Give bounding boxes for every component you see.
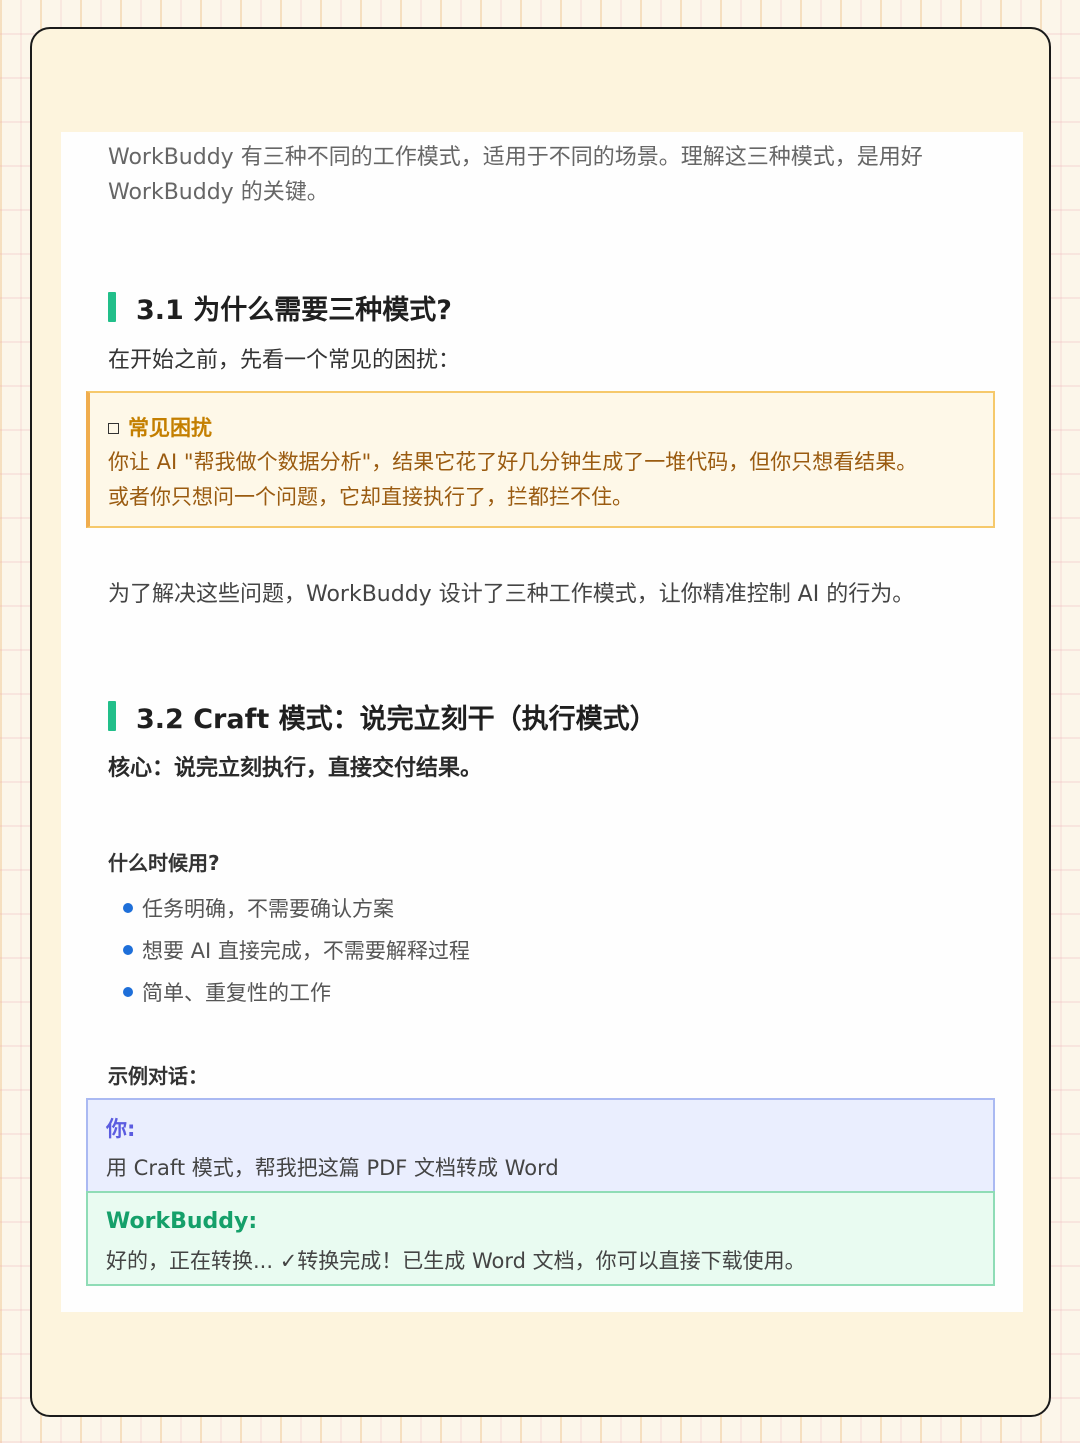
list-item: 任务明确，不需要确认方案 <box>123 887 470 929</box>
bullet-dot-icon <box>123 987 133 997</box>
section-3-2-title: 3.2 Craft 模式：说完立刻干（执行模式） <box>136 703 657 735</box>
chat-user-message: 你: 用 Craft 模式，帮我把这篇 PDF 文档转成 Word <box>86 1098 995 1192</box>
bot-speaker-label: WorkBuddy: <box>106 1209 258 1234</box>
list-item-text: 想要 AI 直接完成，不需要解释过程 <box>142 939 470 963</box>
when-to-use-list: 任务明确，不需要确认方案 想要 AI 直接完成，不需要解释过程 简单、重复性的工… <box>123 887 470 1013</box>
bullet-dot-icon <box>123 945 133 955</box>
section-3-1-lead: 在开始之前，先看一个常见的困扰： <box>108 348 461 373</box>
list-item: 想要 AI 直接完成，不需要解释过程 <box>123 929 470 971</box>
section-3-2-heading: 3.2 Craft 模式：说完立刻干（执行模式） <box>108 699 657 735</box>
section-3-1-conclusion: 为了解决这些问题，WorkBuddy 设计了三种工作模式，让你精准控制 AI 的… <box>108 582 915 607</box>
when-to-use-title: 什么时候用? <box>108 851 220 875</box>
warning-title-text: 常见困扰 <box>128 416 212 440</box>
section-3-2-core: 核心：说完立刻执行，直接交付结果。 <box>108 756 483 781</box>
intro-paragraph: WorkBuddy 有三种不同的工作模式，适用于不同的场景。理解这三种模式，是用… <box>108 145 923 205</box>
checkbox-icon <box>108 422 119 434</box>
warning-callout: 常见困扰 你让 AI "帮我做个数据分析"，结果它花了好几分钟生成了一堆代码，但… <box>86 391 995 528</box>
bullet-dot-icon <box>123 903 133 913</box>
warning-line-1: 你让 AI "帮我做个数据分析"，结果它花了好几分钟生成了一堆代码，但你只想看结… <box>108 450 918 474</box>
example-dialog-title: 示例对话： <box>108 1064 208 1088</box>
section-3-1-heading: 3.1 为什么需要三种模式? <box>108 290 452 326</box>
chat-bot-message: WorkBuddy: 好的，正在转换... ✓转换完成！已生成 Word 文档，… <box>86 1191 995 1286</box>
warning-title: 常见困扰 <box>108 411 993 445</box>
warning-line-2: 或者你只想问一个问题，它却直接执行了，拦都拦不住。 <box>108 485 633 509</box>
document-sheet: WorkBuddy 有三种不同的工作模式，适用于不同的场景。理解这三种模式，是用… <box>61 132 1023 1312</box>
bot-message-text: 好的，正在转换... ✓转换完成！已生成 Word 文档，你可以直接下载使用。 <box>106 1249 806 1273</box>
heading-accent-bar <box>108 292 116 322</box>
list-item: 简单、重复性的工作 <box>123 971 470 1013</box>
section-3-1-title: 3.1 为什么需要三种模式? <box>136 294 452 326</box>
list-item-text: 简单、重复性的工作 <box>142 981 331 1005</box>
list-item-text: 任务明确，不需要确认方案 <box>142 897 394 921</box>
heading-accent-bar <box>108 701 116 731</box>
user-speaker-label: 你: <box>106 1117 136 1141</box>
card-frame: WorkBuddy 有三种不同的工作模式，适用于不同的场景。理解这三种模式，是用… <box>30 27 1051 1417</box>
user-message-text: 用 Craft 模式，帮我把这篇 PDF 文档转成 Word <box>106 1156 559 1180</box>
